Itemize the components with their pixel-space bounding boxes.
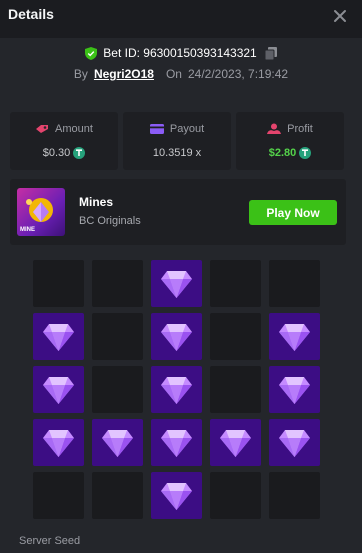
header-bar: Details bbox=[0, 0, 362, 38]
payout-label: Payout bbox=[169, 123, 205, 135]
profit-card: Profit $2.80 bbox=[236, 112, 344, 170]
mines-board bbox=[33, 260, 320, 520]
gem-icon bbox=[43, 324, 74, 351]
gem-icon bbox=[279, 324, 310, 351]
mine-tile-empty bbox=[33, 472, 84, 519]
gem-icon bbox=[102, 430, 133, 457]
user-link[interactable]: Negri2O18 bbox=[94, 67, 154, 81]
close-icon[interactable] bbox=[331, 7, 349, 25]
payout-card: Payout 10.3519 x bbox=[123, 112, 231, 170]
play-now-button[interactable]: Play Now bbox=[249, 200, 337, 225]
profit-label: Profit bbox=[287, 123, 313, 135]
mine-tile-gem bbox=[33, 313, 84, 360]
mine-tile-gem bbox=[269, 366, 320, 413]
amount-icon bbox=[36, 125, 49, 133]
page-title: Details bbox=[8, 6, 54, 22]
mine-tile-gem bbox=[33, 366, 84, 413]
gem-icon bbox=[161, 271, 192, 298]
mine-tile-gem bbox=[33, 419, 84, 466]
mine-tile-empty bbox=[92, 472, 143, 519]
profit-value: $2.80 bbox=[268, 147, 297, 159]
payout-value: 10.3519 x bbox=[152, 147, 202, 159]
bet-author-row: By Negri2O18 On 24/2/2023, 7:19:42 bbox=[0, 66, 362, 82]
amount-label: Amount bbox=[55, 123, 93, 135]
bet-id: Bet ID: 96300150393143321 bbox=[103, 46, 257, 60]
gem-icon bbox=[161, 483, 192, 510]
mine-tile-empty bbox=[269, 260, 320, 307]
mine-tile-gem bbox=[151, 260, 202, 307]
gem-icon bbox=[279, 430, 310, 457]
game-name: Mines bbox=[79, 195, 114, 209]
amount-value: $0.30 bbox=[42, 147, 71, 159]
mine-tile-gem bbox=[151, 472, 202, 519]
game-provider: BC Originals bbox=[79, 215, 141, 227]
mine-tile-empty bbox=[210, 366, 261, 413]
mine-tile-gem bbox=[151, 419, 202, 466]
mine-tile-empty bbox=[92, 260, 143, 307]
bet-id-row: Bet ID: 96300150393143321 bbox=[0, 44, 362, 62]
gem-icon bbox=[43, 377, 74, 404]
tether-coin-icon bbox=[73, 147, 86, 159]
game-card: MINE Mines BC Originals Play Now bbox=[10, 179, 346, 245]
game-thumbnail[interactable]: MINE bbox=[17, 188, 65, 236]
thumbnail-caption: MINE bbox=[20, 227, 35, 233]
gem-icon bbox=[279, 377, 310, 404]
amount-card: Amount $0.30 bbox=[10, 112, 118, 170]
profit-icon bbox=[267, 123, 282, 134]
mine-tile-empty bbox=[210, 260, 261, 307]
verified-shield-icon bbox=[85, 46, 98, 60]
mine-tile-gem bbox=[210, 419, 261, 466]
mine-tile-empty bbox=[92, 366, 143, 413]
payout-icon bbox=[149, 124, 164, 134]
mine-tile-empty bbox=[210, 313, 261, 360]
on-label: On bbox=[165, 67, 182, 81]
gem-icon bbox=[161, 324, 192, 351]
mine-tile-empty bbox=[92, 313, 143, 360]
mine-tile-empty bbox=[269, 472, 320, 519]
gem-icon bbox=[220, 430, 251, 457]
mine-tile-empty bbox=[33, 260, 84, 307]
copy-icon[interactable] bbox=[264, 46, 277, 60]
gem-icon bbox=[161, 430, 192, 457]
mine-tile-gem bbox=[151, 313, 202, 360]
mine-tile-gem bbox=[269, 313, 320, 360]
mine-tile-gem bbox=[92, 419, 143, 466]
mine-tile-gem bbox=[151, 366, 202, 413]
bet-date: 24/2/2023, 7:19:42 bbox=[187, 67, 289, 81]
mine-tile-gem bbox=[269, 419, 320, 466]
gem-icon bbox=[161, 377, 192, 404]
tether-coin-icon bbox=[299, 147, 312, 159]
mine-tile-empty bbox=[210, 472, 261, 519]
server-seed-label: Server Seed bbox=[19, 535, 81, 547]
by-label: By bbox=[73, 67, 88, 81]
gem-icon bbox=[43, 430, 74, 457]
